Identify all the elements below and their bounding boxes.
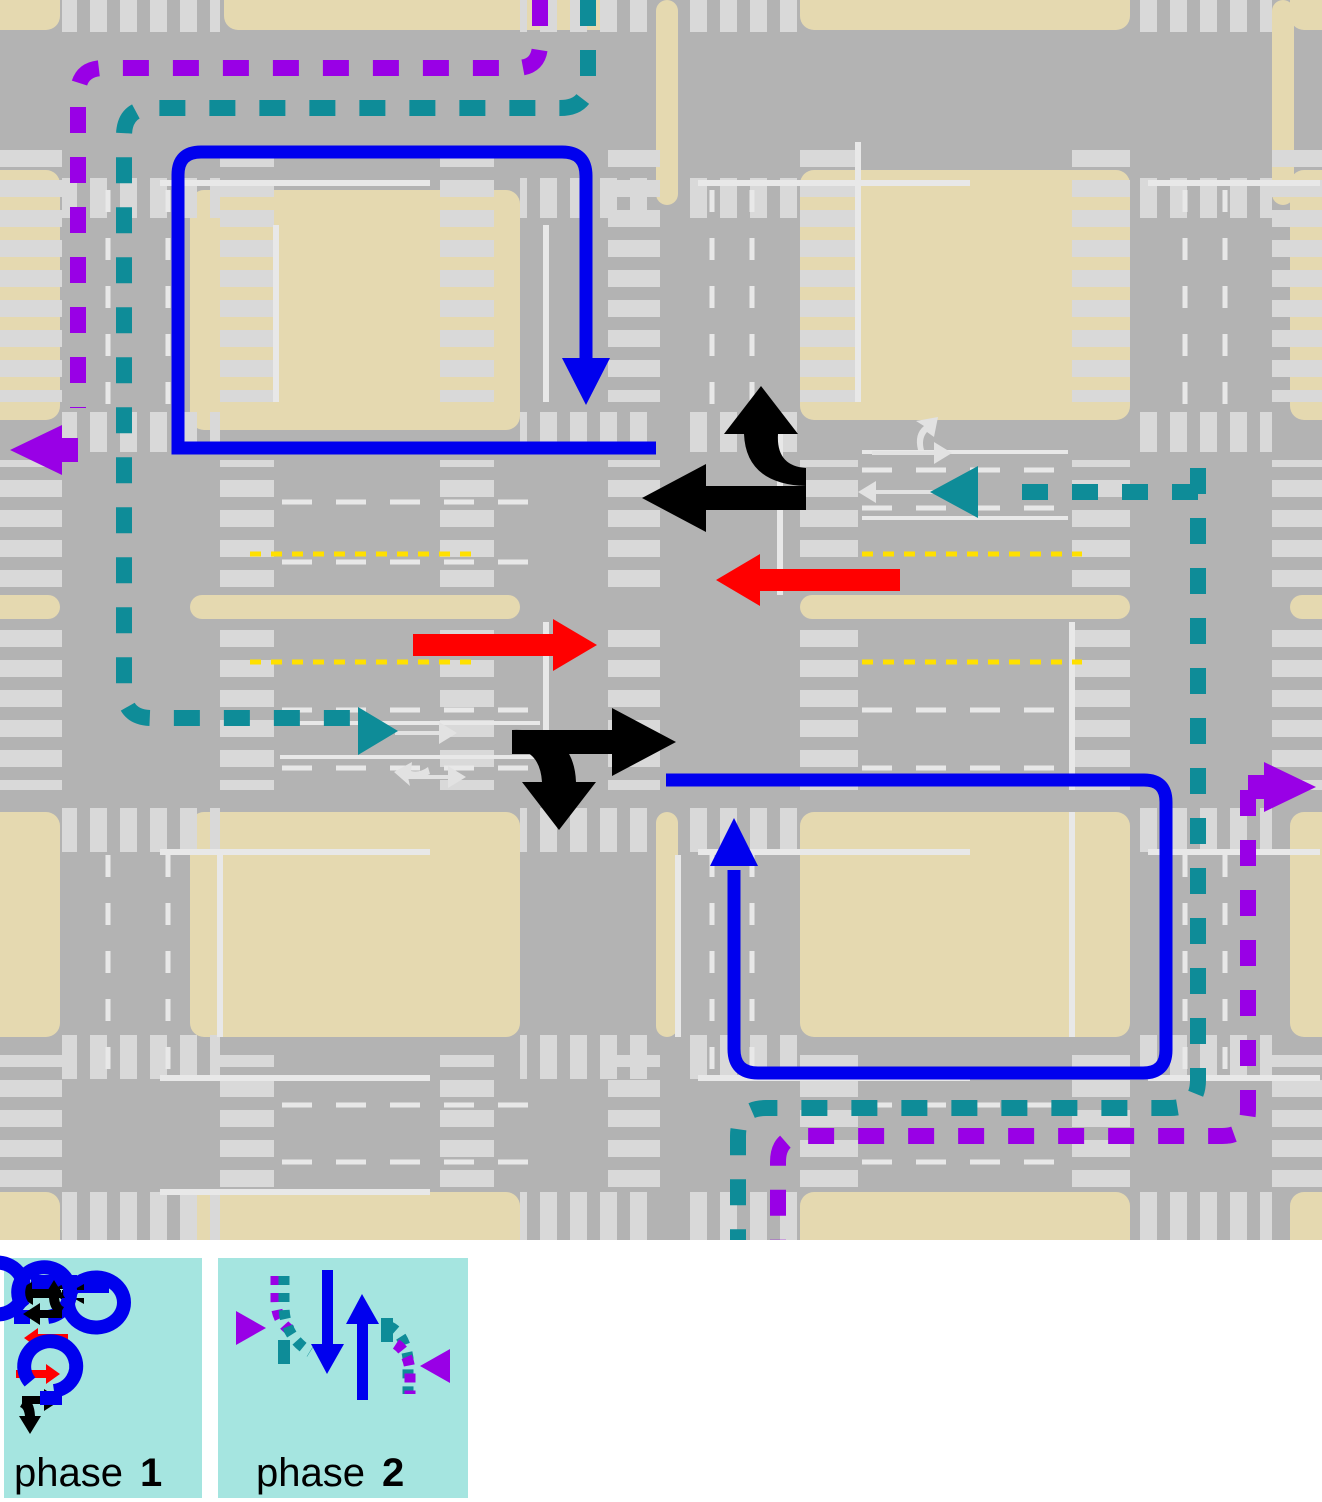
legend: phase 1 phase 2: [0, 1240, 1322, 1502]
legend-panel-phase-1[interactable]: phase 1: [0, 1255, 202, 1498]
phase-2-teal-tick-left: [278, 1340, 290, 1364]
diagram-root: phase 1 phase 2: [0, 0, 1322, 1502]
legend-svg: phase 1 phase 2: [0, 1255, 468, 1498]
legend-panel-phase-2[interactable]: phase 2: [218, 1258, 468, 1498]
map-svg: [0, 0, 1322, 1240]
traffic-network-map: [0, 0, 1322, 1240]
phase-2-number: 2: [382, 1451, 404, 1495]
phase-1-number: 1: [140, 1451, 162, 1495]
phase-2-label: phase: [256, 1451, 365, 1495]
phase-1-label: phase: [14, 1451, 123, 1495]
phase-2-teal-tick-right: [381, 1318, 393, 1342]
